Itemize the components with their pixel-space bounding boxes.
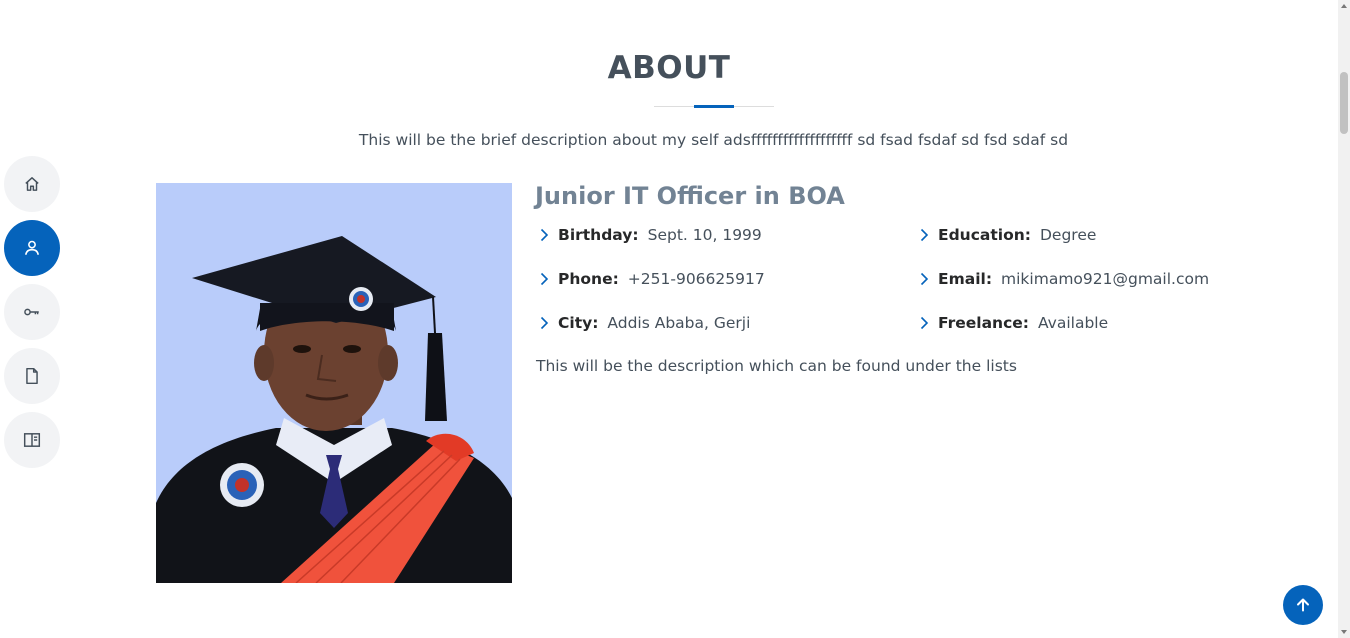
chevron-right-icon — [920, 272, 929, 286]
scroll-down-arrow[interactable] — [1341, 630, 1347, 634]
section-title: ABOUT — [0, 50, 1338, 86]
side-nav — [4, 156, 60, 476]
info-education: Education: Degree — [916, 223, 1096, 247]
info-city: City: Addis Ababa, Gerji — [536, 311, 750, 335]
profile-photo — [156, 183, 512, 583]
chevron-right-icon — [540, 272, 549, 286]
file-icon — [26, 367, 38, 385]
scroll-thumb[interactable] — [1340, 72, 1348, 134]
person-icon — [25, 240, 39, 255]
chevron-right-icon — [920, 228, 929, 242]
phone-value: +251-906625917 — [627, 270, 765, 288]
freelance-label: Freelance: — [938, 314, 1029, 332]
email-value: mikimamo921@gmail.com — [1001, 270, 1210, 288]
key-icon — [24, 308, 39, 316]
phone-label: Phone: — [558, 270, 619, 288]
book-icon — [23, 433, 41, 447]
freelance-value: Available — [1037, 314, 1109, 332]
info-email: Email: mikimamo921@gmail.com — [916, 267, 1209, 291]
chevron-right-icon — [540, 228, 549, 242]
nav-skills-button[interactable] — [4, 284, 60, 340]
arrow-up-icon — [1297, 598, 1309, 612]
city-label: City: — [558, 314, 599, 332]
about-description: This will be the description which can b… — [536, 357, 1017, 375]
email-label: Email: — [938, 270, 993, 288]
page-scrollbar[interactable] — [1338, 0, 1350, 638]
education-label: Education: — [938, 226, 1031, 244]
birthday-value: Sept. 10, 1999 — [647, 226, 762, 244]
intro-text: This will be the brief description about… — [358, 131, 1069, 149]
info-freelance: Freelance: Available — [916, 311, 1108, 335]
birthday-label: Birthday: — [558, 226, 639, 244]
graduate-portrait-image — [156, 183, 512, 583]
chevron-right-icon — [920, 316, 929, 330]
nav-resume-button[interactable] — [4, 348, 60, 404]
page-title: ABOUT — [607, 50, 731, 86]
city-value: Addis Ababa, Gerji — [607, 314, 751, 332]
info-birthday: Birthday: Sept. 10, 1999 — [536, 223, 762, 247]
back-to-top-button[interactable] — [1283, 585, 1323, 625]
chevron-right-icon — [540, 316, 549, 330]
info-phone: Phone: +251-906625917 — [536, 267, 765, 291]
title-accent-bar — [694, 105, 734, 108]
nav-about-button[interactable] — [4, 220, 60, 276]
education-value: Degree — [1039, 226, 1097, 244]
nav-home-button[interactable] — [4, 156, 60, 212]
nav-portfolio-button[interactable] — [4, 412, 60, 468]
home-icon — [25, 177, 39, 191]
job-title: Junior IT Officer in BOA — [535, 182, 845, 210]
scroll-up-arrow[interactable] — [1341, 4, 1347, 8]
